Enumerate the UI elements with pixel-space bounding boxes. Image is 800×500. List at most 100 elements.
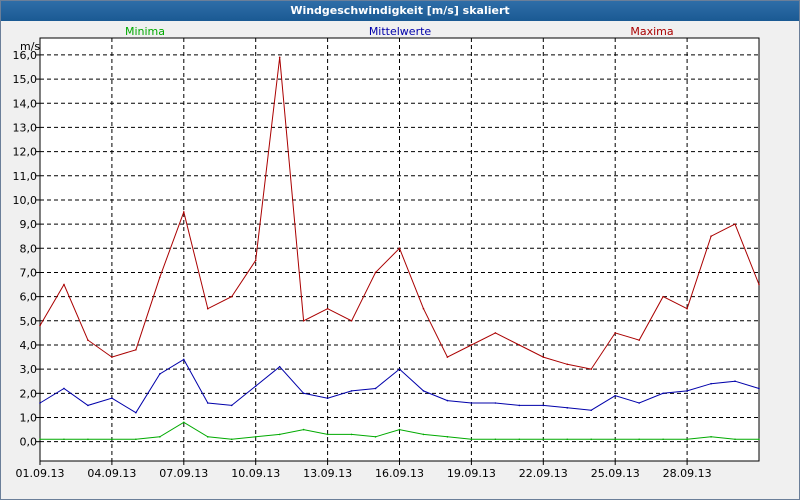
y-axis-ticks: 0,0 1,0 2,0 3,0 4,0 5,0 6,0 7,0 8,0 9,0 10,0 11,0 12… xyxy=(13,49,40,449)
x-tick-label: 22.09.13 xyxy=(519,467,568,480)
data-point xyxy=(135,411,137,414)
data-point xyxy=(278,365,281,368)
data-point xyxy=(326,397,329,399)
y-tick-label: 9,0 xyxy=(20,218,38,231)
data-point xyxy=(518,438,521,441)
y-tick-label: 14,0 xyxy=(13,97,38,110)
data-point xyxy=(398,368,401,370)
data-point xyxy=(350,320,353,322)
y-tick-label: 5,0 xyxy=(20,315,38,328)
data-point xyxy=(734,380,736,383)
legend-minima: Minima xyxy=(125,25,165,38)
data-point xyxy=(422,390,425,392)
data-point xyxy=(183,421,185,424)
data-point xyxy=(710,382,712,385)
data-point xyxy=(350,390,353,392)
data-point xyxy=(278,433,281,436)
y-tick-label: 2,0 xyxy=(20,387,38,400)
data-point xyxy=(398,247,401,250)
data-point xyxy=(350,433,353,436)
data-point xyxy=(542,356,545,358)
data-point xyxy=(614,438,616,441)
data-point xyxy=(710,436,712,438)
data-point xyxy=(398,428,401,431)
data-point xyxy=(710,235,712,238)
data-point xyxy=(638,402,640,404)
data-point xyxy=(566,438,569,441)
data-point xyxy=(422,307,425,310)
data-point xyxy=(662,392,664,395)
y-tick-label: 11,0 xyxy=(13,170,38,183)
data-point xyxy=(518,344,521,346)
data-point xyxy=(39,438,41,441)
data-point xyxy=(111,397,113,399)
data-point xyxy=(326,307,329,310)
x-tick-label: 25.09.13 xyxy=(591,467,640,480)
data-point xyxy=(39,324,41,327)
data-point xyxy=(686,390,688,392)
data-point xyxy=(566,363,569,366)
data-point xyxy=(230,438,233,441)
data-point xyxy=(614,332,616,334)
data-point xyxy=(302,392,305,395)
data-point xyxy=(254,259,257,262)
legend-mittelwerte: Mittelwerte xyxy=(369,25,432,38)
data-point xyxy=(494,402,497,404)
data-point xyxy=(470,402,473,404)
data-point xyxy=(638,339,640,341)
data-point xyxy=(758,438,760,441)
data-point xyxy=(63,438,65,441)
data-point xyxy=(183,358,185,361)
data-point xyxy=(39,402,41,404)
data-point xyxy=(278,56,281,59)
data-point xyxy=(566,407,569,409)
data-point xyxy=(206,436,209,438)
data-point xyxy=(254,436,257,438)
x-tick-label: 13.09.13 xyxy=(303,467,352,480)
data-point xyxy=(590,368,593,370)
data-point xyxy=(111,356,113,358)
data-point xyxy=(87,339,89,341)
data-point xyxy=(87,438,89,441)
data-point xyxy=(183,211,185,213)
data-point xyxy=(230,404,233,407)
data-point xyxy=(446,399,449,402)
data-point xyxy=(470,438,473,441)
y-tick-label: 13,0 xyxy=(13,121,38,134)
y-tick-label: 15,0 xyxy=(13,73,38,86)
data-point xyxy=(662,295,664,298)
data-point xyxy=(254,385,257,387)
x-tick-label: 04.09.13 xyxy=(87,467,136,480)
x-tick-label: 28.09.13 xyxy=(663,467,712,480)
y-tick-label: 3,0 xyxy=(20,363,38,376)
data-point xyxy=(159,436,161,438)
y-tick-label: 6,0 xyxy=(20,291,38,304)
data-point xyxy=(734,223,736,225)
x-tick-label: 19.09.13 xyxy=(447,467,496,480)
data-point xyxy=(446,356,449,358)
data-point xyxy=(374,436,377,438)
data-point xyxy=(111,438,113,441)
data-point xyxy=(230,295,233,298)
data-point xyxy=(518,404,521,407)
data-point xyxy=(686,307,688,310)
y-tick-label: 4,0 xyxy=(20,339,38,352)
y-tick-label: 0,0 xyxy=(20,436,38,449)
data-point xyxy=(494,332,497,334)
data-point xyxy=(542,438,545,441)
data-point xyxy=(63,387,65,390)
data-point xyxy=(206,307,209,310)
data-point xyxy=(302,320,305,322)
data-point xyxy=(135,438,137,441)
x-tick-label: 07.09.13 xyxy=(159,467,208,480)
legend-maxima: Maxima xyxy=(630,25,673,38)
data-point xyxy=(374,271,377,274)
data-point xyxy=(590,409,593,412)
data-point xyxy=(159,276,161,279)
data-point xyxy=(302,428,305,431)
y-tick-label: 1,0 xyxy=(20,411,38,424)
data-point xyxy=(87,404,89,407)
y-axis-label: m/s xyxy=(20,40,40,53)
y-tick-label: 8,0 xyxy=(20,242,38,255)
data-point xyxy=(326,433,329,436)
